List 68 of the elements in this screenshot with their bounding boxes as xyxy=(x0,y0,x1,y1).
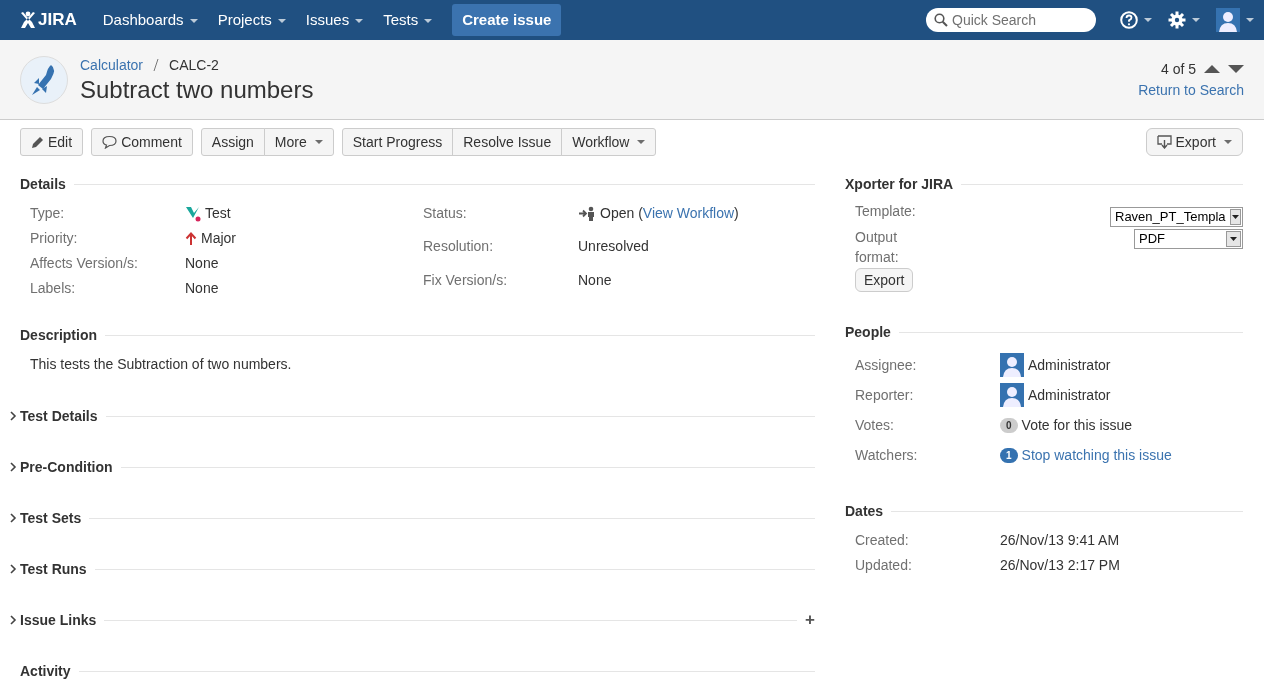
section-heading: Issue Links xyxy=(20,610,97,630)
breadcrumb-link[interactable]: Calculator xyxy=(80,54,144,76)
field-label: Template: xyxy=(855,202,916,221)
section-heading: Activity xyxy=(20,661,71,681)
field-value: Major xyxy=(201,229,236,248)
issue-title: Subtract two numbers xyxy=(80,75,314,105)
field-label: Fix Version/s: xyxy=(423,270,509,290)
watch-link[interactable]: Stop watching this issue xyxy=(1021,445,1172,465)
field-label: Assignee: xyxy=(855,356,918,375)
field-value: Unresolved xyxy=(578,237,649,257)
quick-search-field[interactable]: Quick Search xyxy=(926,8,1096,32)
export-button[interactable]: Export xyxy=(1145,128,1243,156)
field-label: Labels: xyxy=(30,279,77,298)
user-name: Administrator xyxy=(1028,355,1111,375)
toolbar-button[interactable]: Assign xyxy=(200,128,265,156)
toolbar-button[interactable]: More xyxy=(263,128,334,156)
logo[interactable]: JIRA xyxy=(20,7,77,33)
field-value: None xyxy=(185,254,219,273)
section-heading: Details xyxy=(20,175,66,194)
field-label: Created: xyxy=(855,531,910,550)
section-heading: Test Runs xyxy=(20,559,87,579)
field-label: Status: xyxy=(423,204,468,223)
section-heading: Test Sets xyxy=(20,508,82,528)
add-link-button[interactable]: + xyxy=(805,613,815,627)
nav-menu[interactable]: Tests xyxy=(373,8,443,32)
field-label: Votes: xyxy=(855,416,895,435)
format-select[interactable]: PDF xyxy=(1134,229,1243,249)
template-select[interactable]: Raven_PT_Templa xyxy=(1110,207,1243,227)
pager-text: 4 of 5 xyxy=(1160,59,1196,79)
nav-menu[interactable]: Dashboards xyxy=(92,8,208,32)
field-label: Affects Version/s: xyxy=(30,254,139,273)
section-heading: Pre-Condition xyxy=(20,457,113,477)
count-badge: 1 xyxy=(1000,447,1018,463)
field-label: Priority: xyxy=(30,229,79,248)
section-heading: Xporter for JIRA xyxy=(845,175,954,194)
field-label: Reporter: xyxy=(855,386,915,405)
count-badge: 0 xyxy=(1000,417,1018,433)
section-heading: People xyxy=(845,323,891,342)
field-value: None xyxy=(578,270,612,290)
toolbar-button[interactable]: Edit xyxy=(20,128,84,156)
logo-text: JIRA xyxy=(38,9,77,32)
export-button[interactable]: Export xyxy=(855,268,914,292)
view-workflow-link[interactable]: View Workflow xyxy=(642,205,735,221)
toolbar-button[interactable]: Start Progress xyxy=(341,128,454,156)
section-heading: Description xyxy=(20,326,97,345)
field-value: Open (View Workflow) xyxy=(600,204,739,223)
field-label: Output format: xyxy=(855,228,900,267)
user-name: Administrator xyxy=(1028,385,1111,405)
field-label: Type: xyxy=(30,204,66,223)
field-value: Test xyxy=(205,204,231,223)
toolbar-button[interactable]: Comment xyxy=(91,128,193,156)
toolbar-button[interactable]: Resolve Issue xyxy=(452,128,563,156)
section-heading: Test Details xyxy=(20,406,98,426)
description-text: This tests the Subtraction of two numbers. xyxy=(29,355,293,374)
field-label: Updated: xyxy=(855,556,913,575)
field-label: Resolution: xyxy=(423,237,495,257)
toolbar-button[interactable]: Workflow xyxy=(561,128,657,156)
issue-key: CALC-2 xyxy=(169,54,219,76)
create-issue-button[interactable]: Create issue xyxy=(452,3,562,37)
field-value: None xyxy=(185,279,219,298)
field-label: Watchers: xyxy=(855,446,919,465)
date-value: 26/Nov/13 9:41 AM xyxy=(1000,531,1121,550)
section-heading: Dates xyxy=(845,502,884,521)
vote-text: Vote for this issue xyxy=(1021,415,1133,435)
return-to-search-link[interactable]: Return to Search xyxy=(1138,79,1244,101)
nav-menu[interactable]: Issues xyxy=(295,8,374,32)
date-value: 26/Nov/13 2:17 PM xyxy=(1000,556,1121,575)
nav-menu[interactable]: Projects xyxy=(207,8,296,32)
